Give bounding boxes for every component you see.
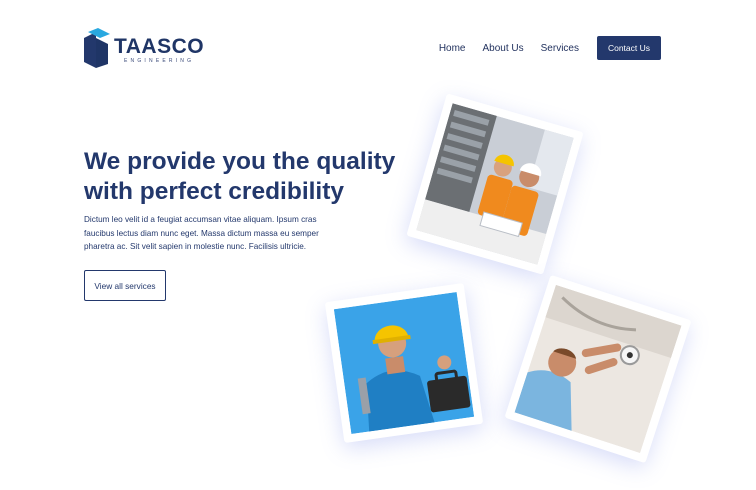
- engineers-on-site-photo: [416, 103, 574, 265]
- brand-tagline: ENGINEERING: [124, 58, 195, 64]
- brand-name: TAASCO: [114, 35, 205, 58]
- electrician-installing-camera-photo: [514, 284, 682, 454]
- main-nav: Home About Us Services Contact Us: [439, 36, 661, 60]
- logo-mark-icon: [84, 28, 110, 68]
- contact-us-button[interactable]: Contact Us: [597, 36, 661, 60]
- view-all-services-button[interactable]: View all services: [84, 270, 166, 301]
- nav-about-link[interactable]: About Us: [483, 43, 524, 54]
- gallery-card-electrician: [504, 274, 692, 464]
- technician-with-tools-photo: [333, 291, 475, 435]
- hero-title: We provide you the quality with perfect …: [84, 148, 396, 205]
- hero-description: Dictum leo velit id a feugiat accumsan v…: [84, 215, 319, 251]
- gallery-card-engineers: [406, 93, 584, 275]
- logo[interactable]: TAASCO ENGINEERING: [84, 28, 224, 68]
- nav-services-link[interactable]: Services: [541, 43, 579, 54]
- gallery-card-technician: [324, 282, 484, 444]
- nav-home-link[interactable]: Home: [439, 43, 466, 54]
